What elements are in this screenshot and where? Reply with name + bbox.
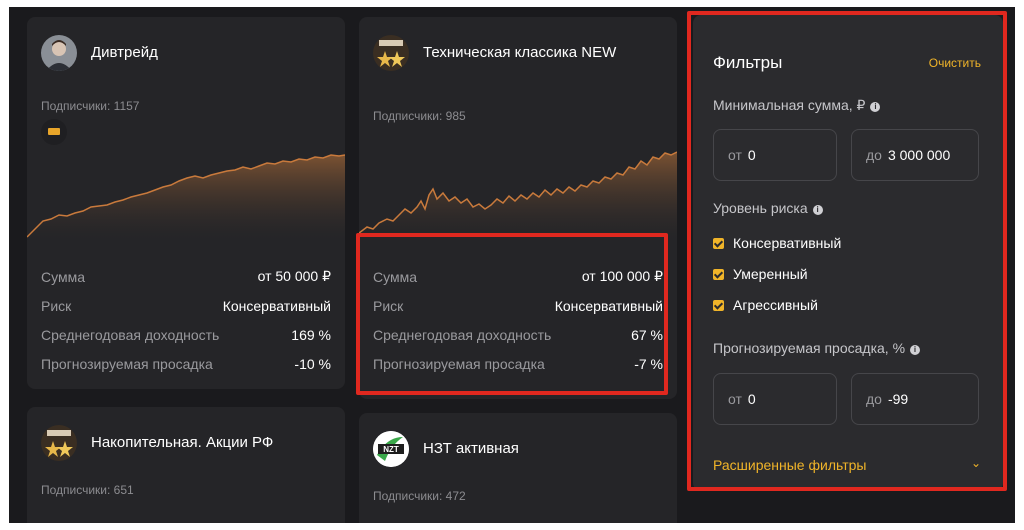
stat-row-drawdown: Прогнозируемая просадка -10 %: [41, 349, 331, 378]
strategy-title[interactable]: Техническая классика NEW: [423, 44, 616, 61]
subscribers-count: Подписчики: 651: [41, 483, 134, 497]
avatar: NZT: [373, 431, 409, 467]
avatar: [373, 35, 409, 71]
stat-row-sum: Сумма от 50 000 ₽: [41, 262, 331, 291]
stars-icon: [41, 425, 77, 461]
strategies-page: Дивтрейд Подписчики: 1157 Сумма от 50 000…: [9, 7, 1015, 523]
stat-label: Риск: [41, 297, 72, 314]
svg-text:NZT: NZT: [383, 445, 399, 454]
strategy-title[interactable]: НЗТ активная: [423, 440, 519, 457]
strategy-stats: Сумма от 50 000 ₽ Риск Консервативный Сред…: [41, 262, 331, 378]
highlight-annotation: [687, 11, 1007, 491]
stat-row-risk: Риск Консервативный: [41, 291, 331, 320]
stat-value: 169 %: [291, 326, 331, 343]
avatar: [41, 425, 77, 461]
stars-icon: [373, 35, 409, 71]
flag-icon: [48, 128, 60, 135]
subscribers-count: Подписчики: 985: [373, 109, 466, 123]
highlight-annotation: [356, 233, 668, 395]
stat-value: от 50 000 ₽: [257, 268, 331, 284]
subscribers-count: Подписчики: 472: [373, 489, 466, 503]
strategy-card-nzt[interactable]: NZT НЗТ активная Подписчики: 472: [359, 413, 677, 523]
stat-label: Сумма: [41, 268, 85, 285]
stat-row-yield: Среднегодовая доходность 169 %: [41, 320, 331, 349]
badge: [41, 119, 67, 145]
performance-chart: [27, 154, 345, 239]
stat-label: Прогнозируемая просадка: [41, 355, 213, 372]
nzt-logo-icon: NZT: [373, 431, 409, 467]
strategy-card-divtrade[interactable]: Дивтрейд Подписчики: 1157 Сумма от 50 000…: [27, 17, 345, 389]
avatar: [41, 35, 77, 71]
stat-value: -10 %: [294, 355, 331, 372]
stat-label: Среднегодовая доходность: [41, 326, 220, 343]
person-photo-icon: [41, 35, 77, 71]
strategy-card-savings[interactable]: Накопительная. Акции РФ Подписчики: 651: [27, 407, 345, 523]
strategy-title[interactable]: Дивтрейд: [91, 44, 158, 61]
strategy-title[interactable]: Накопительная. Акции РФ: [91, 434, 273, 451]
stat-value: Консервативный: [222, 297, 331, 314]
performance-chart: [359, 151, 677, 239]
subscribers-count: Подписчики: 1157: [41, 99, 140, 113]
